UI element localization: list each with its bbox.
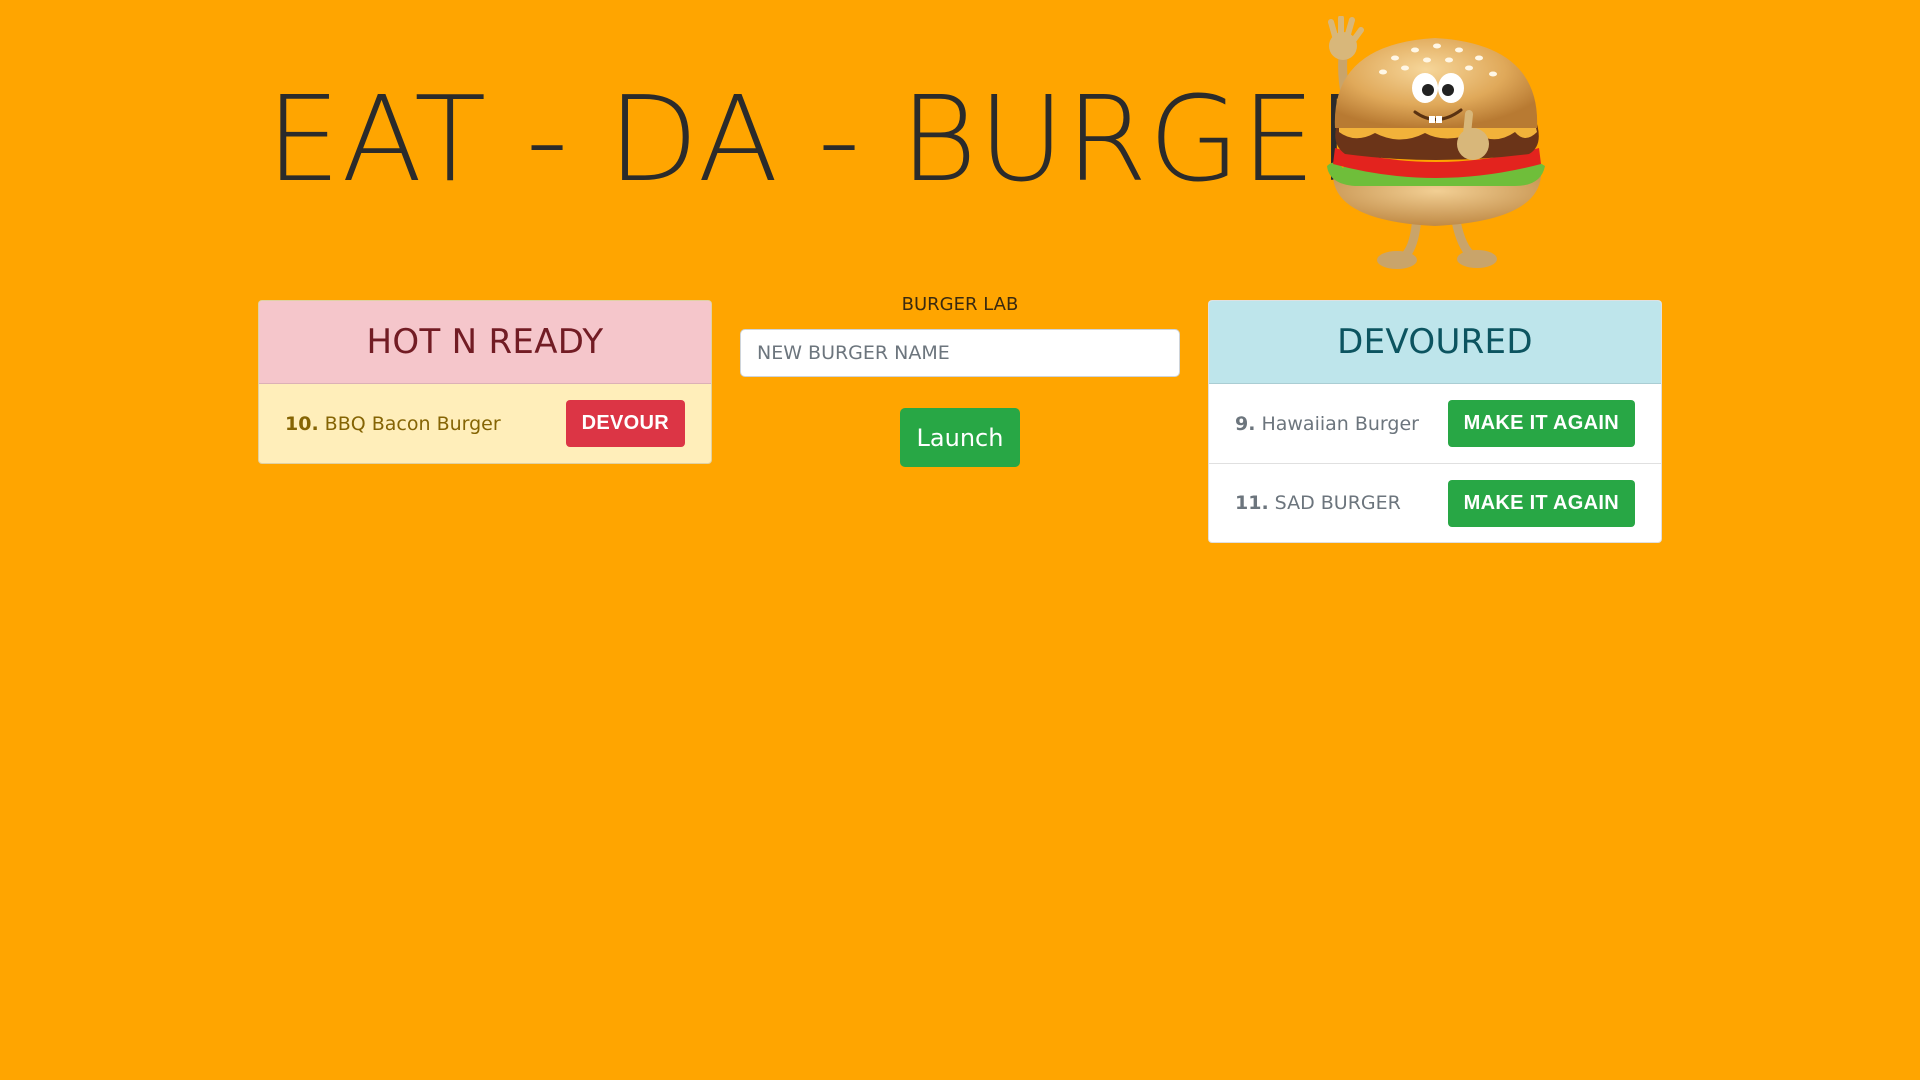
hot-n-ready-card: HOT N READY 10. BBQ Bacon Burger DEVOUR (258, 300, 712, 464)
burger-entry: 10. BBQ Bacon Burger (285, 413, 501, 435)
devour-button[interactable]: DEVOUR (565, 400, 685, 447)
burger-lab-label: BURGER LAB (901, 294, 1019, 315)
new-burger-name-input[interactable] (740, 329, 1180, 377)
make-it-again-button[interactable]: MAKE IT AGAIN (1447, 400, 1635, 447)
make-it-again-button[interactable]: MAKE IT AGAIN (1447, 479, 1635, 527)
burger-number: 9. (1235, 412, 1256, 435)
hot-n-ready-title: HOT N READY (259, 301, 711, 384)
burger-entry: 9. Hawaiian Burger (1235, 413, 1419, 435)
burger-number: 11. (1235, 492, 1269, 514)
list-item: 9. Hawaiian Burger MAKE IT AGAIN (1209, 384, 1661, 463)
burger-name: Hawaiian Burger (1261, 412, 1419, 435)
burger-name: SAD BURGER (1274, 492, 1401, 514)
launch-button[interactable]: Launch (900, 408, 1020, 467)
list-item: 11. SAD BURGER MAKE IT AGAIN (1209, 463, 1661, 542)
devoured-title: DEVOURED (1209, 301, 1661, 384)
burger-name: BBQ Bacon Burger (324, 412, 501, 435)
devoured-card: DEVOURED 9. Hawaiian Burger MAKE IT AGAIN… (1208, 300, 1662, 543)
page-title: EAT - DA - BURGER (266, 70, 1400, 208)
burger-entry: 11. SAD BURGER (1235, 492, 1401, 514)
burger-mascot-icon (1327, 16, 1545, 269)
list-item: 10. BBQ Bacon Burger DEVOUR (259, 384, 711, 463)
burger-number: 10. (285, 412, 319, 435)
